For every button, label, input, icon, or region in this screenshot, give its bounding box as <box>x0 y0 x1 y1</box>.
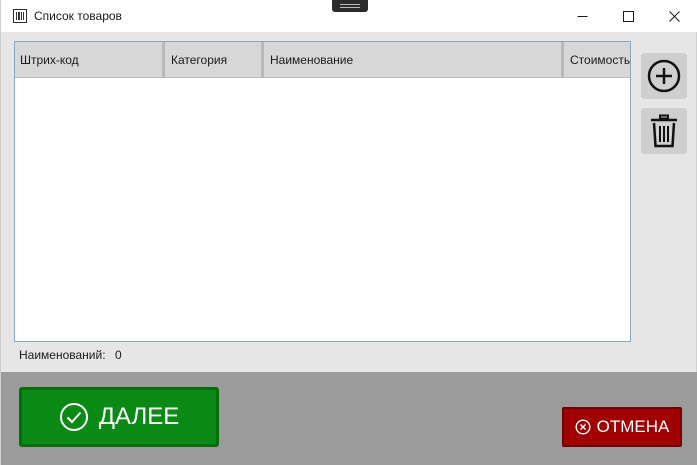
items-count-value: 0 <box>115 348 122 362</box>
minimize-icon <box>577 15 587 17</box>
drag-handle[interactable] <box>332 0 368 12</box>
column-resize-handle[interactable] <box>261 42 264 78</box>
maximize-icon <box>622 10 634 22</box>
close-button[interactable] <box>651 0 697 32</box>
next-button[interactable]: ДАЛЕЕ <box>19 387 219 447</box>
column-resize-handle[interactable] <box>561 42 564 78</box>
trash-icon <box>651 114 677 148</box>
column-header-name[interactable]: Наименование <box>265 42 561 78</box>
barcode-app-icon <box>13 9 27 23</box>
grid-header: Штрих-код Категория Наименование Стоимос… <box>15 42 630 78</box>
title-bar[interactable]: Список товаров <box>1 0 697 32</box>
cancel-button-label: ОТМЕНА <box>596 417 670 436</box>
plus-circle-icon <box>647 59 681 93</box>
items-count-label: Наименований: <box>19 348 106 362</box>
add-product-button[interactable] <box>641 53 687 99</box>
column-header-cost[interactable]: Стоимость <box>565 42 630 78</box>
delete-product-button[interactable] <box>641 108 687 154</box>
minimize-button[interactable] <box>559 0 605 32</box>
product-list-window: Список товаров Штрих-код Категория Наиме… <box>0 0 697 465</box>
cancel-button[interactable]: ОТМЕНА <box>562 407 682 447</box>
products-grid[interactable]: Штрих-код Категория Наименование Стоимос… <box>14 41 631 342</box>
column-resize-handle[interactable] <box>162 42 165 78</box>
maximize-button[interactable] <box>605 0 651 32</box>
next-button-label: ДАЛЕЕ <box>98 403 180 430</box>
column-header-barcode[interactable]: Штрих-код <box>15 42 162 78</box>
window-title: Список товаров <box>34 9 122 23</box>
check-circle-icon <box>59 403 88 431</box>
column-header-category[interactable]: Категория <box>166 42 261 78</box>
close-icon <box>668 10 680 22</box>
close-circle-icon <box>575 419 591 435</box>
